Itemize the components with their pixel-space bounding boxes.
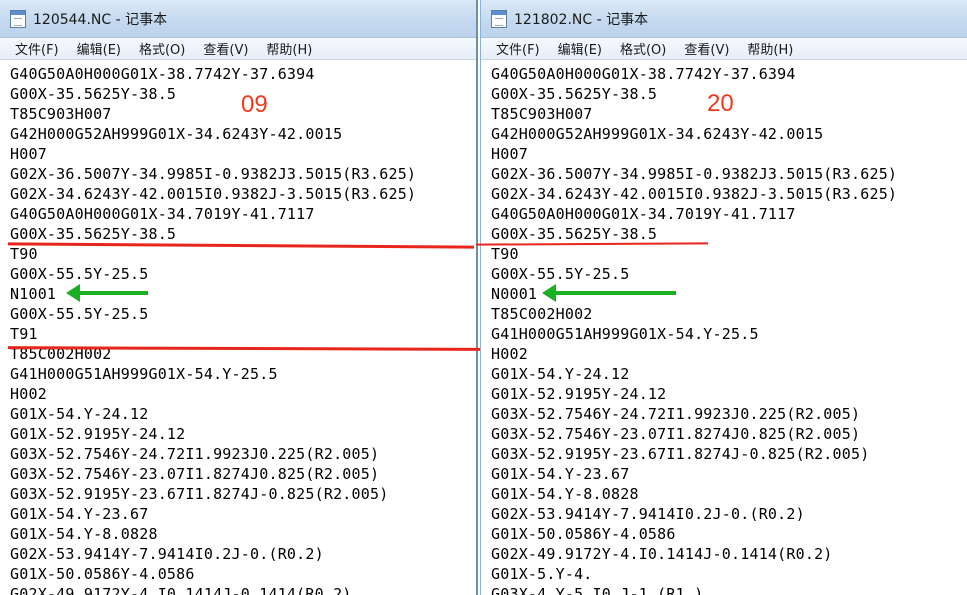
menu-bar: 文件(F) 编辑(E) 格式(O) 查看(V) 帮助(H) xyxy=(481,38,967,60)
notepad-icon xyxy=(491,9,507,28)
annotation-number-left: 09 xyxy=(241,91,268,118)
code-line: G42H000G52AH999G01X-34.6243Y-42.0015 xyxy=(491,125,824,143)
code-line: G03X-52.7546Y-24.72I1.9923J0.225(R2.005) xyxy=(10,445,380,463)
title-bar[interactable]: 120544.NC - 记事本 xyxy=(0,0,476,38)
code-line: G03X-52.9195Y-23.67I1.8274J-0.825(R2.005… xyxy=(491,445,870,463)
code-line: G00X-35.5625Y-38.5 xyxy=(491,225,658,243)
menu-edit[interactable]: 编辑(E) xyxy=(549,39,611,58)
title-bar[interactable]: 121802.NC - 记事本 xyxy=(481,0,967,38)
menu-file[interactable]: 文件(F) xyxy=(487,39,549,58)
code-line: G02X-49.9172Y-4.I0.1414J-0.1414(R0.2) xyxy=(491,545,833,563)
code-line: G00X-55.5Y-25.5 xyxy=(10,265,149,283)
window-title: 120544.NC - 记事本 xyxy=(33,11,168,28)
code-line: G03X-52.7546Y-24.72I1.9923J0.225(R2.005) xyxy=(491,405,861,423)
menu-bar: 文件(F) 编辑(E) 格式(O) 查看(V) 帮助(H) xyxy=(0,38,476,60)
code-line: G02X-34.6243Y-42.0015I0.9382J-3.5015(R3.… xyxy=(10,185,417,203)
code-line: G02X-36.5007Y-34.9985I-0.9382J3.5015(R3.… xyxy=(10,165,417,183)
code-line: G01X-54.Y-24.12 xyxy=(491,365,630,383)
code-line: G02X-53.9414Y-7.9414I0.2J-0.(R0.2) xyxy=(491,505,805,523)
text-editor[interactable]: G40G50A0H000G01X-38.7742Y-37.6394 G00X-35… xyxy=(0,60,476,595)
text-editor[interactable]: G40G50A0H000G01X-38.7742Y-37.6394 G00X-35… xyxy=(481,60,967,595)
code-line: G01X-52.9195Y-24.12 xyxy=(491,385,667,403)
code-line: G02X-49.9172Y-4.I0.1414J-0.1414(R0.2) xyxy=(10,585,352,595)
green-arrow xyxy=(66,284,148,302)
code-line: H002 xyxy=(10,385,47,403)
menu-format[interactable]: 格式(O) xyxy=(130,39,194,58)
code-line: G40G50A0H000G01X-34.7019Y-41.7117 xyxy=(10,205,315,223)
window-title: 121802.NC - 记事本 xyxy=(514,11,649,28)
code-line: G01X-5.Y-4. xyxy=(491,565,593,583)
code-line: G40G50A0H000G01X-38.7742Y-37.6394 xyxy=(10,65,315,83)
code-line: H007 xyxy=(491,145,528,163)
code-line: G03X-52.7546Y-23.07I1.8274J0.825(R2.005) xyxy=(491,425,861,443)
menu-help[interactable]: 帮助(H) xyxy=(257,39,321,58)
code-line: G02X-53.9414Y-7.9414I0.2J-0.(R0.2) xyxy=(10,545,324,563)
code-line: G00X-35.5625Y-38.5 xyxy=(10,225,177,243)
code-line: G02X-36.5007Y-34.9985I-0.9382J3.5015(R3.… xyxy=(491,165,898,183)
code-line: T85C002H002 xyxy=(491,305,593,323)
menu-file[interactable]: 文件(F) xyxy=(6,39,68,58)
code-line: G01X-54.Y-23.67 xyxy=(10,505,149,523)
notepad-icon xyxy=(10,9,26,28)
menu-view[interactable]: 查看(V) xyxy=(194,39,257,58)
menu-view[interactable]: 查看(V) xyxy=(675,39,738,58)
code-line: G03X-52.7546Y-23.07I1.8274J0.825(R2.005) xyxy=(10,465,380,483)
code-line: G01X-50.0586Y-4.0586 xyxy=(10,565,195,583)
code-line: G01X-50.0586Y-4.0586 xyxy=(491,525,676,543)
menu-format[interactable]: 格式(O) xyxy=(611,39,675,58)
green-arrow xyxy=(542,284,676,302)
code-line: G01X-54.Y-8.0828 xyxy=(491,485,639,503)
annotation-number-right: 20 xyxy=(707,90,734,117)
code-line: G41H000G51AH999G01X-54.Y-25.5 xyxy=(10,365,278,383)
code-line: G01X-54.Y-24.12 xyxy=(10,405,149,423)
menu-edit[interactable]: 编辑(E) xyxy=(68,39,130,58)
code-line: G02X-34.6243Y-42.0015I0.9382J-3.5015(R3.… xyxy=(491,185,898,203)
code-line: G03X-52.9195Y-23.67I1.8274J-0.825(R2.005… xyxy=(10,485,389,503)
code-line: G01X-54.Y-8.0828 xyxy=(10,525,158,543)
code-line: G42H000G52AH999G01X-34.6243Y-42.0015 xyxy=(10,125,343,143)
code-line: G41H000G51AH999G01X-54.Y-25.5 xyxy=(491,325,759,343)
menu-help[interactable]: 帮助(H) xyxy=(738,39,802,58)
code-line: G00X-55.5Y-25.5 xyxy=(491,265,630,283)
code-line: G40G50A0H000G01X-38.7742Y-37.6394 xyxy=(491,65,796,83)
code-line: H007 xyxy=(10,145,47,163)
code-line: H002 xyxy=(491,345,528,363)
code-line: G01X-52.9195Y-24.12 xyxy=(10,425,186,443)
code-line: G01X-54.Y-23.67 xyxy=(491,465,630,483)
code-line: G03X-4.Y-5.I0.J-1.(R1.) xyxy=(491,585,704,595)
code-line: T91 xyxy=(10,325,38,343)
code-line: G00X-55.5Y-25.5 xyxy=(10,305,149,323)
code-line: T90 xyxy=(491,245,519,263)
code-line: G40G50A0H000G01X-34.7019Y-41.7117 xyxy=(491,205,796,223)
